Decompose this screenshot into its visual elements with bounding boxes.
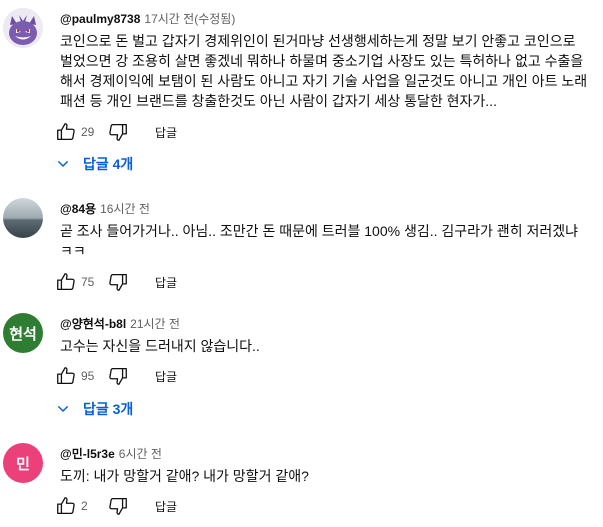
comment-text: 코인으로 돈 벌고 갑자기 경제위인이 된거마냥 선생행세하는게 정말 보기 안… bbox=[60, 33, 588, 109]
avatar[interactable] bbox=[3, 8, 43, 48]
avatar[interactable] bbox=[3, 198, 43, 238]
thumb-down-icon[interactable] bbox=[107, 365, 129, 387]
comment-author[interactable]: @민-l5r3e bbox=[60, 447, 115, 461]
comment-author[interactable]: @양현석-b8l bbox=[60, 317, 126, 331]
comment-text: 고수는 자신을 드러내지 않습니다.. bbox=[60, 338, 260, 354]
view-replies-button[interactable]: 답글 3개 bbox=[55, 395, 133, 423]
comment-time[interactable]: 21시간 전 bbox=[130, 317, 180, 331]
comment-time[interactable]: 6시간 전 bbox=[119, 447, 162, 461]
comment-time[interactable]: 16시간 전 bbox=[100, 202, 150, 216]
comment-time[interactable]: 17시간 전(수정됨) bbox=[144, 12, 235, 26]
like-count: 75 bbox=[81, 275, 95, 289]
comment-actions: 75 답글 bbox=[55, 270, 177, 294]
reply-button[interactable]: 답글 bbox=[155, 274, 177, 291]
thumb-down-icon[interactable] bbox=[107, 495, 129, 517]
thumb-up-icon[interactable] bbox=[55, 121, 77, 143]
chevron-down-icon bbox=[57, 160, 69, 168]
view-replies-button[interactable]: 답글 4개 bbox=[55, 150, 133, 178]
avatar[interactable]: 민 bbox=[3, 443, 43, 483]
like-count: 2 bbox=[81, 499, 88, 513]
reply-button[interactable]: 답글 bbox=[155, 368, 177, 385]
thumb-down-icon[interactable] bbox=[107, 271, 129, 293]
comment-actions: 29 답글 bbox=[55, 120, 177, 144]
thumb-up-icon[interactable] bbox=[55, 365, 77, 387]
comment-actions: 2 답글 bbox=[55, 494, 177, 518]
like-count: 29 bbox=[81, 125, 95, 139]
reply-button[interactable]: 답글 bbox=[155, 498, 177, 515]
landscape-avatar-icon bbox=[3, 198, 43, 238]
chevron-down-icon bbox=[57, 405, 69, 413]
thumb-up-icon[interactable] bbox=[55, 271, 77, 293]
comment-text: 곧 조사 들어가거나.. 아님.. 조만간 돈 때문에 트러블 100% 생김.… bbox=[60, 223, 578, 259]
replies-label: 답글 3개 bbox=[83, 401, 134, 417]
like-count: 95 bbox=[81, 369, 95, 383]
comment-author[interactable]: @84용 bbox=[60, 202, 96, 216]
thumb-up-icon[interactable] bbox=[55, 495, 77, 517]
comment-actions: 95 답글 bbox=[55, 364, 177, 388]
replies-label: 답글 4개 bbox=[83, 156, 134, 172]
avatar[interactable]: 현석 bbox=[3, 313, 43, 353]
comment-author[interactable]: @paulmy8738 bbox=[60, 12, 140, 26]
thumb-down-icon[interactable] bbox=[107, 121, 129, 143]
reply-button[interactable]: 답글 bbox=[155, 124, 177, 141]
comment-text: 도끼: 내가 망할거 같애? 내가 망할거 같애? bbox=[60, 468, 309, 484]
gengar-avatar-icon bbox=[3, 8, 43, 48]
